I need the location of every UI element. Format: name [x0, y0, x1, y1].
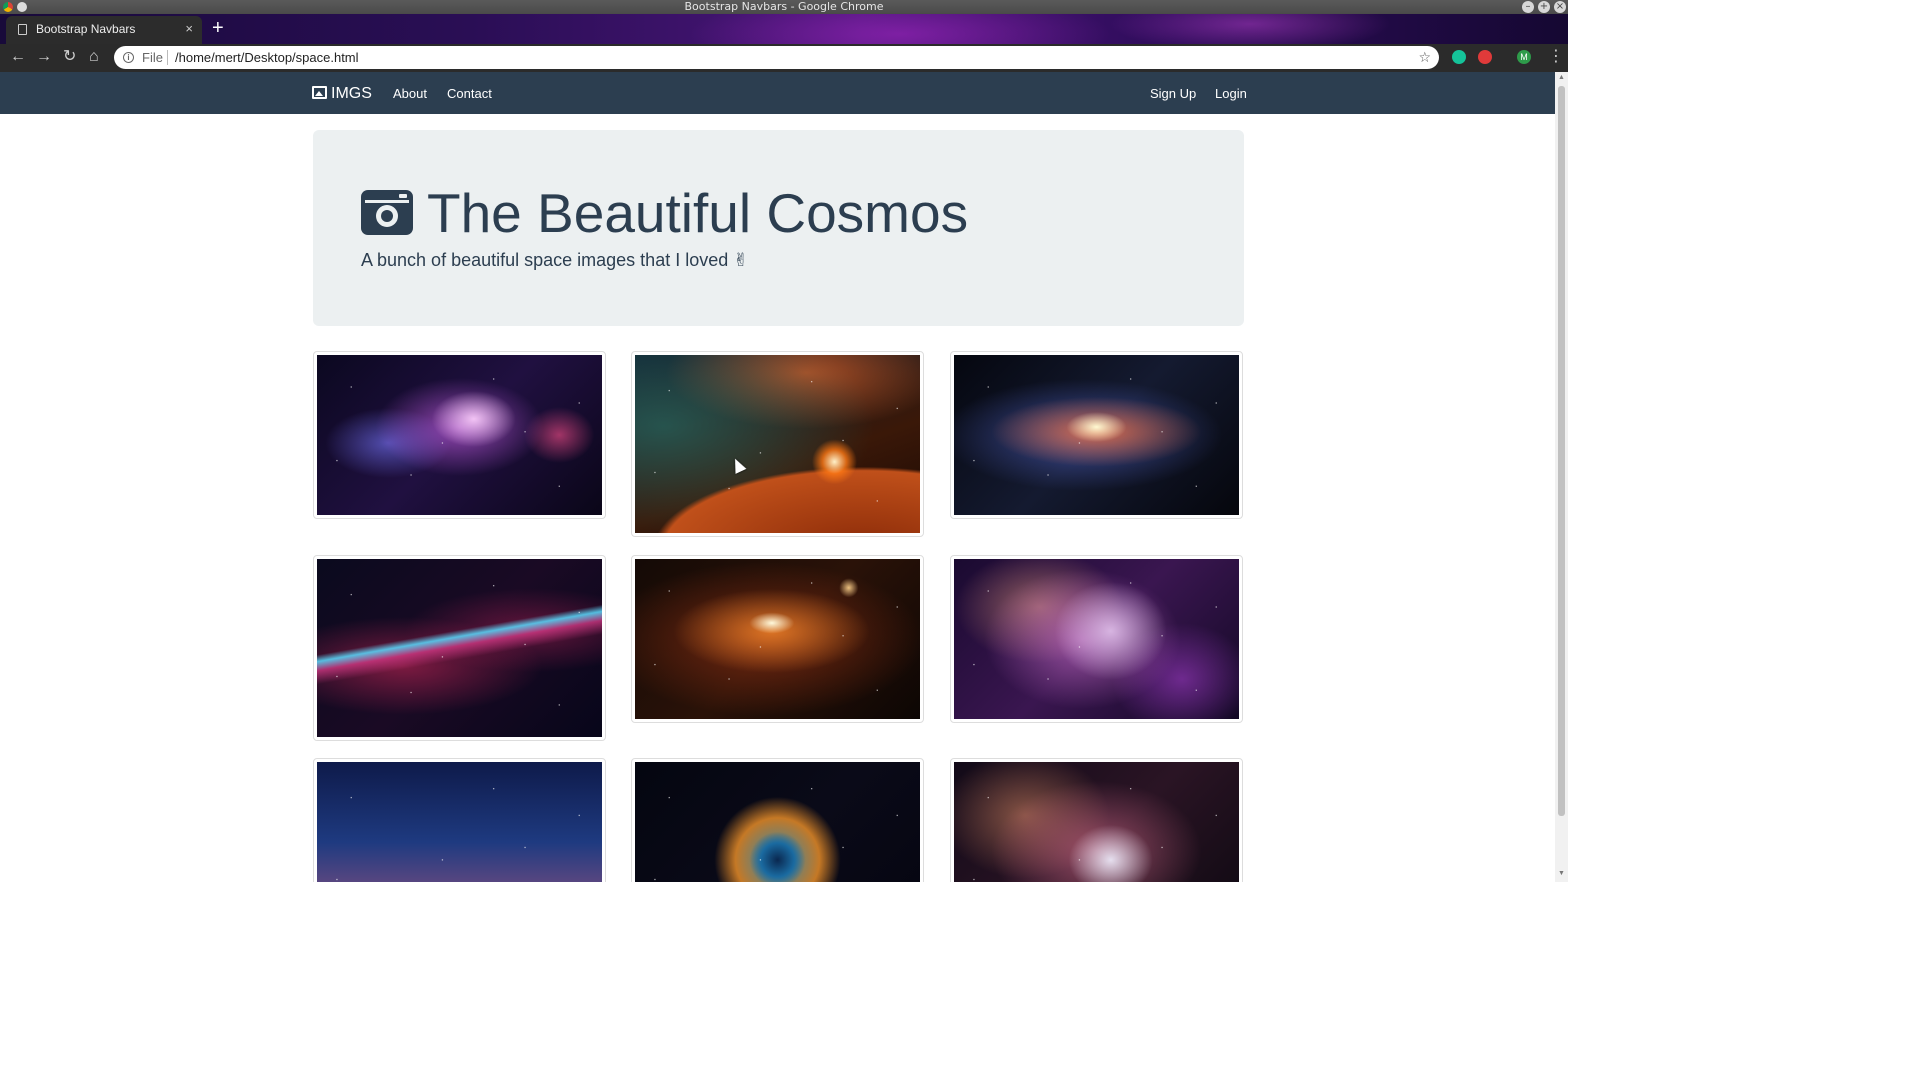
window-menu-icons[interactable] [3, 2, 27, 12]
profile-avatar[interactable]: M [1517, 50, 1531, 64]
gallery-image-pink-nebula[interactable] [950, 555, 1243, 723]
home-icon[interactable]: ⌂ [89, 47, 99, 67]
image-pink-nebula [954, 559, 1239, 719]
scheme-label: File [142, 50, 163, 65]
scroll-up-icon[interactable]: ▲ [1558, 74, 1565, 81]
tab-close-icon[interactable]: × [185, 16, 193, 42]
address-separator [167, 50, 168, 65]
maximize-icon[interactable]: + [1538, 1, 1550, 13]
jumbotron: The Beautiful Cosmos A bunch of beautifu… [313, 130, 1244, 326]
brand-label: IMGS [331, 85, 372, 102]
gallery-image-veil-nebula[interactable] [313, 555, 606, 741]
forward-icon[interactable]: → [36, 47, 52, 67]
page-favicon-icon [18, 24, 27, 35]
bookmark-star-icon[interactable]: ☆ [1418, 46, 1431, 69]
page-scrollbar[interactable]: ▲ ▼ [1555, 72, 1568, 882]
page-subtitle: A bunch of beautiful space images that I… [361, 250, 748, 271]
site-navbar: IMGS About Contact Sign Up Login [0, 72, 1555, 114]
site-info-icon[interactable]: i [123, 52, 134, 63]
scroll-down-icon[interactable]: ▼ [1558, 870, 1565, 877]
subtitle-text: A bunch of beautiful space images that I… [361, 250, 729, 270]
image-star-cluster [954, 762, 1239, 882]
nav-link-sign-up[interactable]: Sign Up [1150, 86, 1196, 101]
gallery-image-star-cluster[interactable] [950, 758, 1243, 882]
image-planet-sunrise [635, 355, 920, 533]
scrollbar-thumb[interactable] [1558, 86, 1565, 816]
chrome-menu-icon[interactable]: ⋮ [1548, 47, 1564, 67]
reload-icon[interactable]: ↻ [63, 47, 76, 67]
hand-peace-icon: ✌ [733, 250, 749, 270]
url-text[interactable]: /home/mert/Desktop/space.html [175, 46, 359, 69]
image-purple-nebula [317, 355, 602, 515]
minimize-icon[interactable]: – [1522, 1, 1534, 13]
back-icon[interactable]: ← [10, 47, 26, 67]
page-viewport: IMGS About Contact Sign Up Login The Bea… [0, 72, 1555, 882]
gallery-image-purple-nebula[interactable] [313, 351, 606, 519]
picture-icon [312, 86, 327, 99]
gallery-image-orange-galaxy-moons[interactable] [631, 555, 924, 723]
nav-link-about[interactable]: About [393, 86, 427, 101]
window-controls: – + × [1522, 1, 1566, 13]
camera-icon-stripe [365, 200, 409, 203]
navbar-brand[interactable]: IMGS [312, 84, 372, 104]
image-veil-nebula [317, 559, 602, 737]
gallery-image-planet-sunrise[interactable] [631, 351, 924, 537]
browser-toolbar: ← → ↻ ⌂ i File /home/mert/Desktop/space.… [0, 44, 1568, 72]
window-title: Bootstrap Navbars - Google Chrome [684, 0, 884, 13]
window-titlebar: Bootstrap Navbars - Google Chrome – + × [0, 0, 1568, 14]
image-starry-mountain [317, 762, 602, 882]
address-bar[interactable]: i File /home/mert/Desktop/space.html ☆ [114, 46, 1439, 69]
adblock-icon[interactable] [1478, 50, 1492, 64]
browser-tab[interactable]: Bootstrap Navbars × [6, 16, 202, 44]
grammarly-icon[interactable] [1452, 50, 1466, 64]
tab-strip: Bootstrap Navbars × + [0, 14, 1568, 44]
tab-title: Bootstrap Navbars [36, 22, 136, 36]
gallery-image-spiral-galaxy[interactable] [950, 351, 1243, 519]
close-window-icon[interactable]: × [1554, 1, 1566, 13]
image-helix-nebula [635, 762, 920, 882]
page-title: The Beautiful Cosmos [427, 182, 969, 244]
nav-link-login[interactable]: Login [1215, 86, 1247, 101]
gallery-image-starry-mountain[interactable] [313, 758, 606, 882]
image-orange-galaxy-moons [635, 559, 920, 719]
new-tab-button[interactable]: + [212, 18, 224, 38]
nav-link-contact[interactable]: Contact [447, 86, 492, 101]
camera-icon-flash [399, 194, 407, 198]
chrome-icon[interactable] [3, 2, 13, 12]
image-spiral-galaxy [954, 355, 1239, 515]
pin-icon[interactable] [17, 2, 27, 12]
gallery-image-helix-nebula[interactable] [631, 758, 924, 882]
